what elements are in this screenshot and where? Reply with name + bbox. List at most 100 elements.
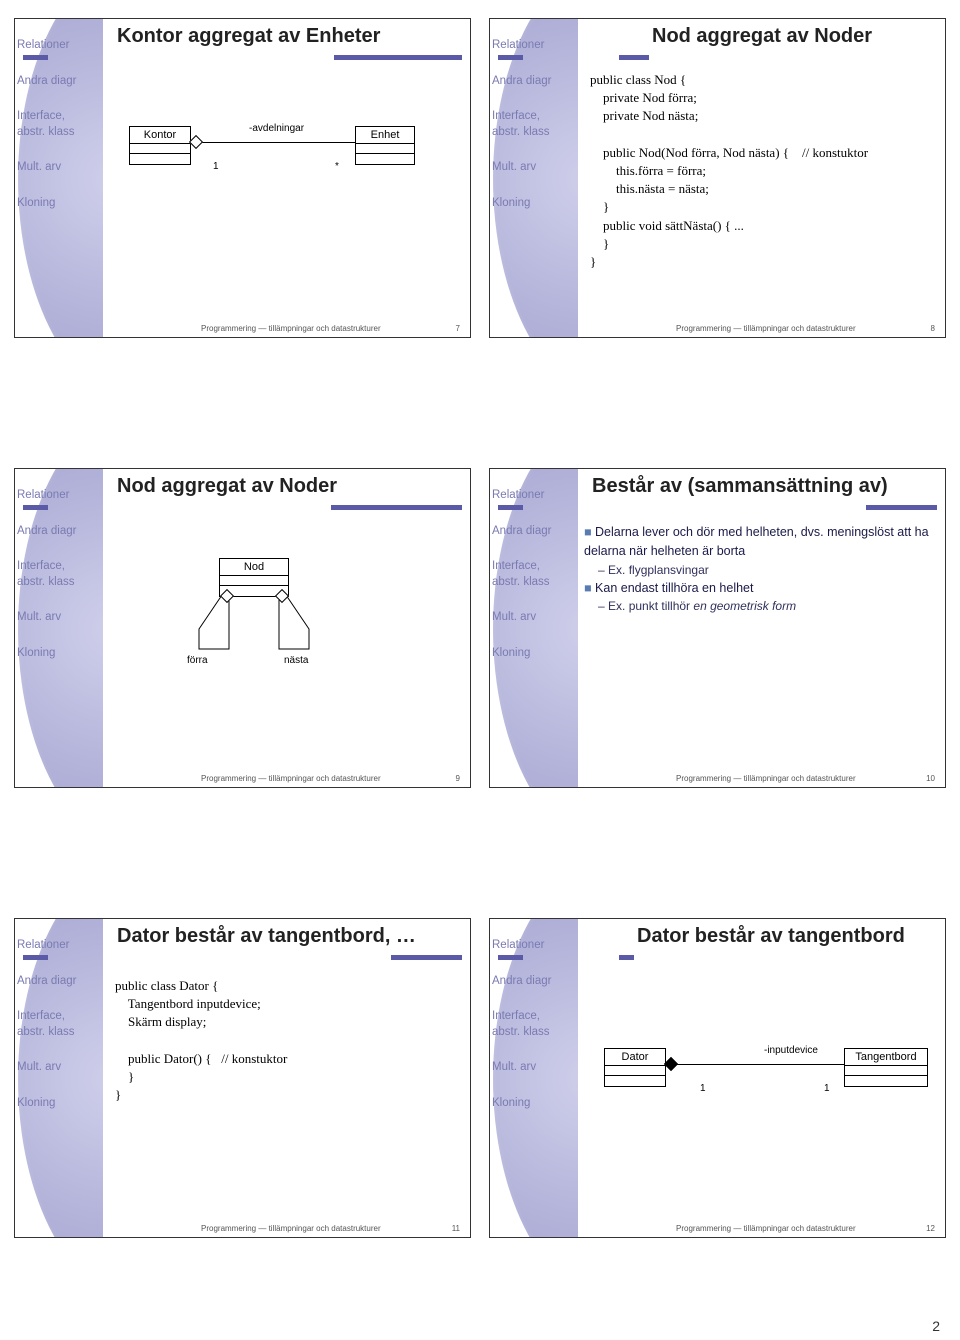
slide-9: Relationer Andra diagr Interface, abstr.… (14, 468, 471, 788)
code-block: public class Nod { private Nod förra; pr… (590, 71, 868, 271)
bullet-item: Kan endast tillhöra en helhet (584, 579, 939, 598)
uml-class-name: Enhet (356, 127, 414, 144)
slide-content: Nod aggregat av Noder public class Nod {… (578, 19, 945, 337)
slide-footer: Programmering — tillämpningar och datast… (201, 324, 460, 333)
title-underline (111, 505, 462, 511)
sidebar-item-kloning: Kloning (15, 1091, 103, 1117)
slide-footer: Programmering — tillämpningar och datast… (676, 324, 935, 333)
title-underline (111, 55, 462, 61)
footer-text: Programmering — tillämpningar och datast… (201, 1224, 381, 1233)
slide-number: 9 (456, 774, 460, 783)
slide-number: 8 (931, 324, 935, 333)
slide-12: Relationer Andra diagr Interface, abstr.… (489, 918, 946, 1238)
sidebar-item-kloning: Kloning (490, 1091, 578, 1117)
sidebar-item-interface: Interface, abstr. klass (490, 554, 578, 595)
uml-assoc-label: -avdelningar (249, 123, 304, 134)
title-underline (586, 955, 937, 961)
footer-text: Programmering — tillämpningar och datast… (676, 1224, 856, 1233)
uml-mult-right: * (335, 161, 339, 172)
sidebar-item-multarv: Mult. arv (490, 605, 578, 631)
uml-class-enhet: Enhet (355, 126, 415, 165)
slide-sidebar: Relationer Andra diagr Interface, abstr.… (490, 469, 578, 787)
bullet-sub-item: Ex. punkt tillhör en geometrisk form (598, 597, 939, 615)
sidebar-item-multarv: Mult. arv (15, 155, 103, 181)
slide-title: Nod aggregat av Noder (113, 475, 341, 498)
slide-title: Består av (sammansättning av) (588, 475, 892, 498)
slide-title: Dator består av tangentbord, … (113, 925, 420, 948)
slide-content: Dator består av tangentbord Dator Tangen… (578, 919, 945, 1237)
slide-sidebar: Relationer Andra diagr Interface, abstr.… (490, 19, 578, 337)
uml-association-line (666, 1064, 844, 1065)
bullet-item: Delarna lever och dör med helheten, dvs.… (584, 523, 939, 561)
composition-diamond-icon (664, 1057, 678, 1071)
uml-class-dator: Dator (604, 1048, 666, 1087)
slide-footer: Programmering — tillämpningar och datast… (201, 774, 460, 783)
slide-grid: Relationer Andra diagr Interface, abstr.… (14, 18, 946, 1238)
slide-main: Delarna lever och dör med helheten, dvs.… (584, 523, 939, 765)
sidebar-item-interface: Interface, abstr. klass (15, 1004, 103, 1045)
sidebar-item-andra: Andra diagr (15, 519, 103, 545)
slide-content: Består av (sammansättning av) Delarna le… (578, 469, 945, 787)
uml-role-nasta: nästa (284, 655, 308, 666)
sidebar-item-multarv: Mult. arv (490, 1055, 578, 1081)
slide-sidebar: Relationer Andra diagr Interface, abstr.… (15, 19, 103, 337)
slide-number: 12 (926, 1224, 935, 1233)
uml-class-name: Tangentbord (845, 1049, 927, 1066)
slide-8: Relationer Andra diagr Interface, abstr.… (489, 18, 946, 338)
sidebar-item-multarv: Mult. arv (15, 1055, 103, 1081)
slide-7: Relationer Andra diagr Interface, abstr.… (14, 18, 471, 338)
sidebar-item-kloning: Kloning (15, 191, 103, 217)
slide-title: Kontor aggregat av Enheter (113, 25, 384, 48)
sidebar-item-interface: Interface, abstr. klass (15, 554, 103, 595)
slide-content: Dator består av tangentbord, … public cl… (103, 919, 470, 1237)
slide-sidebar: Relationer Andra diagr Interface, abstr.… (15, 469, 103, 787)
footer-text: Programmering — tillämpningar och datast… (201, 774, 381, 783)
title-underline (586, 55, 937, 61)
footer-text: Programmering — tillämpningar och datast… (676, 774, 856, 783)
slide-content: Kontor aggregat av Enheter Kontor Enhet (103, 19, 470, 337)
slide-main: Kontor Enhet -avdelningar (109, 67, 464, 315)
slide-10: Relationer Andra diagr Interface, abstr.… (489, 468, 946, 788)
sidebar-item-andra: Andra diagr (490, 519, 578, 545)
uml-mult-right: 1 (824, 1083, 830, 1094)
title-underline (586, 505, 937, 511)
bullet-sub-italic: en geometrisk form (693, 599, 796, 613)
sidebar-item-kloning: Kloning (490, 191, 578, 217)
uml-mult-left: 1 (213, 161, 219, 172)
sidebar-item-multarv: Mult. arv (490, 155, 578, 181)
slide-title: Dator består av tangentbord (633, 925, 909, 948)
slide-footer: Programmering — tillämpningar och datast… (201, 1224, 460, 1233)
uml-association-line (191, 142, 355, 143)
uml-mult-left: 1 (700, 1083, 706, 1094)
sidebar-item-andra: Andra diagr (490, 69, 578, 95)
code-block: public class Dator { Tangentbord inputde… (115, 977, 287, 1104)
sidebar-item-andra: Andra diagr (490, 969, 578, 995)
uml-assoc-label: -inputdevice (764, 1045, 818, 1056)
bullet-sub-text: Ex. punkt tillhör (608, 599, 693, 613)
uml-role-forra: förra (187, 655, 208, 666)
uml-class-tangentbord: Tangentbord (844, 1048, 928, 1087)
slide-footer: Programmering — tillämpningar och datast… (676, 774, 935, 783)
slide-main: Dator Tangentbord -inputdevi (584, 967, 939, 1215)
footer-text: Programmering — tillämpningar och datast… (676, 324, 856, 333)
title-underline (111, 955, 462, 961)
slide-footer: Programmering — tillämpningar och datast… (676, 1224, 935, 1233)
page: Relationer Andra diagr Interface, abstr.… (0, 0, 960, 1340)
slide-main: public class Nod { private Nod förra; pr… (584, 67, 939, 315)
slide-title: Nod aggregat av Noder (648, 25, 876, 48)
slide-main: public class Dator { Tangentbord inputde… (109, 967, 464, 1215)
sidebar-item-kloning: Kloning (15, 641, 103, 667)
bullet-sub-item: Ex. flygplansvingar (598, 561, 939, 579)
slide-main: Nod förra nästa (109, 517, 464, 765)
footer-text: Programmering — tillämpningar och datast… (201, 324, 381, 333)
slide-sidebar: Relationer Andra diagr Interface, abstr.… (15, 919, 103, 1237)
sidebar-item-interface: Interface, abstr. klass (490, 1004, 578, 1045)
slide-content: Nod aggregat av Noder Nod (103, 469, 470, 787)
uml-class-name: Kontor (130, 127, 190, 144)
uml-self-assoc-svg (109, 517, 409, 687)
sidebar-item-interface: Interface, abstr. klass (490, 104, 578, 145)
sidebar-item-kloning: Kloning (490, 641, 578, 667)
sidebar-item-multarv: Mult. arv (15, 605, 103, 631)
aggregation-diamond-icon (189, 135, 203, 149)
slide-number: 11 (452, 1224, 460, 1233)
